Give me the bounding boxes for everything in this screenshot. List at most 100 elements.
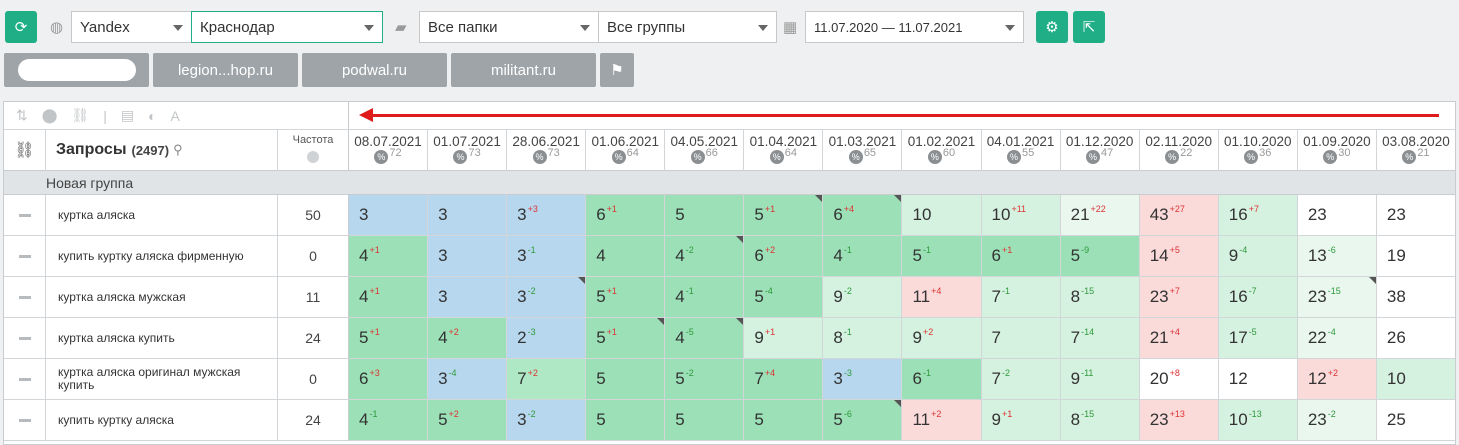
position-cell[interactable]: 21 +22	[1060, 195, 1140, 236]
sort-icon[interactable]: ⇅	[16, 107, 28, 124]
position-cell[interactable]: 17 -5	[1218, 318, 1298, 359]
position-cell[interactable]: 8 -1	[823, 318, 903, 359]
table-icon[interactable]: ▤	[121, 107, 134, 124]
row-menu-button[interactable]	[4, 277, 46, 318]
search-icon[interactable]: ⚲	[173, 142, 183, 158]
position-cell[interactable]: 8 -15	[1060, 400, 1140, 441]
settings-button[interactable]: ⚙	[1036, 11, 1068, 43]
position-cell[interactable]: 16 +7	[1218, 195, 1298, 236]
position-cell[interactable]: 23 -2	[1297, 400, 1377, 441]
position-cell[interactable]: 7	[981, 318, 1061, 359]
position-cell[interactable]: 26	[1376, 318, 1455, 359]
position-cell[interactable]: 5 +1	[586, 277, 666, 318]
position-cell[interactable]: 9 -11	[1060, 359, 1140, 400]
position-cell[interactable]: 5	[744, 400, 824, 441]
position-cell[interactable]: 3 -3	[823, 359, 903, 400]
position-cell[interactable]: 7 -14	[1060, 318, 1140, 359]
date-column-header[interactable]: 02.11.2020% 22	[1139, 130, 1219, 171]
link-icon[interactable]: ⛓	[71, 107, 89, 124]
position-cell[interactable]: 4 -1	[823, 236, 903, 277]
position-cell[interactable]: 9 +1	[744, 318, 824, 359]
position-cell[interactable]: 4 -1	[349, 400, 429, 441]
refresh-button[interactable]: ⟳	[5, 11, 37, 43]
position-cell[interactable]: 5 +1	[586, 318, 666, 359]
position-cell[interactable]: 3 -1	[507, 236, 587, 277]
position-cell[interactable]: 11 +4	[902, 277, 982, 318]
position-cell[interactable]: 13 -6	[1297, 236, 1377, 277]
position-cell[interactable]: 3 +3	[507, 195, 587, 236]
position-cell[interactable]: 5	[586, 400, 666, 441]
position-cell[interactable]: 16 -7	[1218, 277, 1298, 318]
position-cell[interactable]: 7 +2	[507, 359, 587, 400]
position-cell[interactable]: 2 -3	[507, 318, 587, 359]
position-cell[interactable]: 5 +2	[428, 400, 508, 441]
frequency-header[interactable]: Частота	[278, 130, 349, 171]
position-cell[interactable]: 7 +4	[744, 359, 824, 400]
region-select[interactable]: Краснодар	[191, 11, 383, 43]
date-column-header[interactable]: 03.08.2020% 21	[1376, 130, 1455, 171]
date-column-header[interactable]: 28.06.2021% 73	[507, 130, 587, 171]
position-cell[interactable]: 5	[586, 359, 666, 400]
groups-select[interactable]: Все группы	[598, 11, 777, 43]
folders-select[interactable]: Все папки	[419, 11, 599, 43]
position-cell[interactable]: 5	[665, 400, 745, 441]
date-column-header[interactable]: 01.12.2020% 47	[1060, 130, 1140, 171]
position-cell[interactable]: 6 +3	[349, 359, 429, 400]
font-icon[interactable]: A	[171, 108, 180, 124]
flag-tab[interactable]: ⚑	[600, 53, 634, 87]
date-column-header[interactable]: 01.02.2021% 60	[902, 130, 982, 171]
position-cell[interactable]: 4 -1	[665, 277, 745, 318]
position-cell[interactable]: 12 +2	[1297, 359, 1377, 400]
position-cell[interactable]: 4 +2	[428, 318, 508, 359]
position-cell[interactable]: 3	[428, 195, 508, 236]
row-menu-button[interactable]	[4, 318, 46, 359]
row-menu-button[interactable]	[4, 195, 46, 236]
position-cell[interactable]: 10	[902, 195, 982, 236]
position-cell[interactable]: 7 -1	[981, 277, 1061, 318]
position-cell[interactable]: 23 +13	[1139, 400, 1219, 441]
position-cell[interactable]: 10	[1376, 359, 1455, 400]
position-cell[interactable]: 21 +4	[1139, 318, 1219, 359]
position-cell[interactable]: 9 -2	[823, 277, 903, 318]
position-cell[interactable]: 6 +1	[981, 236, 1061, 277]
position-cell[interactable]: 23 +7	[1139, 277, 1219, 318]
link-column-header[interactable]: ⛓	[4, 130, 46, 171]
date-column-header[interactable]: 01.04.2021% 64	[744, 130, 824, 171]
position-cell[interactable]: 22 -4	[1297, 318, 1377, 359]
position-cell[interactable]: 5 -6	[823, 400, 903, 441]
position-cell[interactable]: 3 -2	[507, 277, 587, 318]
date-column-header[interactable]: 01.03.2021% 65	[823, 130, 903, 171]
position-cell[interactable]: 7 -2	[981, 359, 1061, 400]
contrast-icon[interactable]: ◐	[148, 108, 156, 124]
position-cell[interactable]: 10 -13	[1218, 400, 1298, 441]
date-column-header[interactable]: 04.01.2021% 55	[981, 130, 1061, 171]
position-cell[interactable]: 25	[1376, 400, 1455, 441]
position-cell[interactable]: 5 -1	[902, 236, 982, 277]
position-cell[interactable]: 9 +2	[902, 318, 982, 359]
position-cell[interactable]: 38	[1376, 277, 1455, 318]
position-cell[interactable]: 3 -2	[507, 400, 587, 441]
group-row[interactable]: Новая группа	[4, 171, 1455, 195]
export-button[interactable]: ⇱	[1073, 11, 1105, 43]
position-cell[interactable]: 5 +1	[349, 318, 429, 359]
position-cell[interactable]: 5 -9	[1060, 236, 1140, 277]
position-cell[interactable]: 11 +2	[902, 400, 982, 441]
position-cell[interactable]: 12	[1218, 359, 1298, 400]
site-tab-2[interactable]: legion...hop.ru	[153, 53, 298, 87]
position-cell[interactable]: 3	[349, 195, 429, 236]
position-cell[interactable]: 5 -2	[665, 359, 745, 400]
row-menu-button[interactable]	[4, 400, 46, 441]
site-tab-1[interactable]	[4, 53, 149, 87]
site-tab-3[interactable]: podwal.ru	[302, 53, 447, 87]
row-menu-button[interactable]	[4, 359, 46, 400]
position-cell[interactable]: 19	[1376, 236, 1455, 277]
date-range-select[interactable]: 11.07.2020 — 11.07.2021	[805, 11, 1024, 43]
position-cell[interactable]: 20 +8	[1139, 359, 1219, 400]
position-cell[interactable]: 14 +5	[1139, 236, 1219, 277]
position-cell[interactable]: 43 +27	[1139, 195, 1219, 236]
date-column-header[interactable]: 08.07.2021% 72	[349, 130, 429, 171]
row-menu-button[interactable]	[4, 236, 46, 277]
position-cell[interactable]: 6 +1	[586, 195, 666, 236]
position-cell[interactable]: 6 +4	[823, 195, 903, 236]
date-column-header[interactable]: 04.05.2021% 66	[665, 130, 745, 171]
